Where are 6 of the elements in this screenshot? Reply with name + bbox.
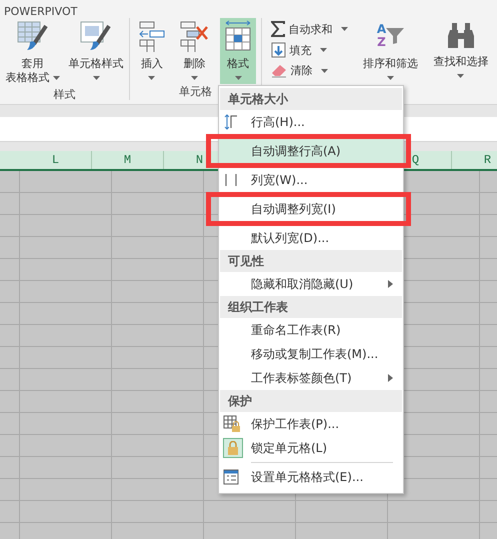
group-label: 单元格 — [179, 85, 212, 98]
group-label: 样式 — [54, 88, 76, 101]
menu-section-header: 可见性 — [220, 250, 402, 272]
menu-section-header: 组织工作表 — [220, 296, 402, 318]
menu-section-header: 保护 — [220, 390, 402, 412]
menu-section-header: 单元格大小 — [220, 88, 402, 110]
